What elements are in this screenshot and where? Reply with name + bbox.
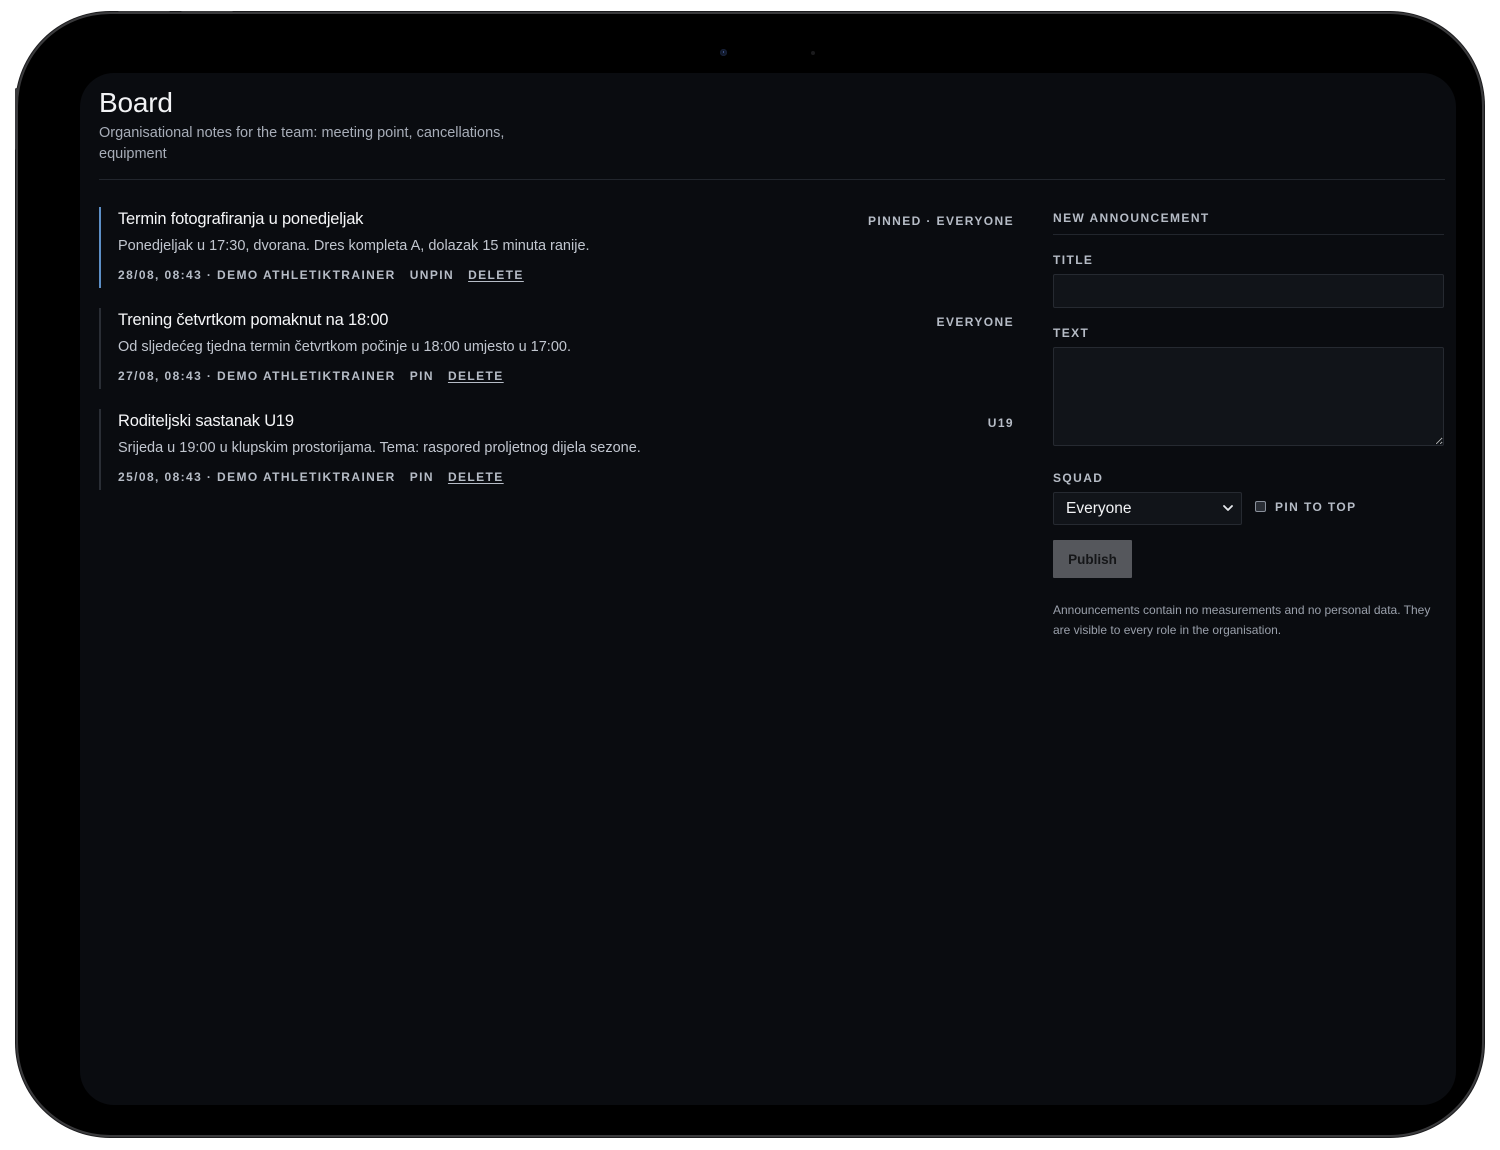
- announcement-title: Trening četvrtkom pomaknut na 18:00: [118, 311, 389, 329]
- announcement-item: Trening četvrtkom pomaknut na 18:00 EVER…: [99, 308, 1014, 389]
- page-subtitle: Organisational notes for the team: meeti…: [99, 125, 505, 162]
- announcement-title: Termin fotografiranja u ponedjeljak: [118, 210, 364, 228]
- announcement-item: Roditeljski sastanak U19 U19 Srijeda u 1…: [99, 409, 1014, 490]
- squad-selected-value: Everyone: [1066, 500, 1132, 517]
- announcement-meta: 28/08, 08:43 · DEMO ATHLETIKTRAINER UNPIN…: [118, 268, 524, 282]
- pin-to-top-label[interactable]: PIN TO TOP: [1275, 500, 1357, 514]
- squad-select[interactable]: Everyone: [1053, 492, 1242, 525]
- delete-button[interactable]: DELETE: [448, 470, 504, 484]
- front-camera: [720, 49, 727, 56]
- announcement-item: Termin fotografiranja u ponedjeljak PINN…: [99, 207, 1014, 288]
- page-title: Board: [99, 87, 173, 118]
- announcement-body: Srijeda u 19:00 u klupskim prostorijama.…: [118, 440, 641, 456]
- title-label: TITLE: [1053, 253, 1094, 267]
- announcement-meta: 25/08, 08:43 · DEMO ATHLETIKTRAINER PIN DE…: [118, 470, 504, 484]
- title-input[interactable]: [1053, 274, 1444, 308]
- chevron-down-icon: [1223, 505, 1233, 511]
- announcement-title: Roditeljski sastanak U19: [118, 412, 294, 430]
- ambient-sensor: [811, 51, 815, 55]
- announcement-timestamp-author: 25/08, 08:43 · DEMO ATHLETIKTRAINER: [118, 470, 396, 484]
- pin-button[interactable]: PIN: [410, 470, 434, 484]
- pin-button[interactable]: PIN: [410, 369, 434, 383]
- delete-button[interactable]: DELETE: [448, 369, 504, 383]
- text-label: TEXT: [1053, 326, 1090, 340]
- pin-to-top-checkbox[interactable]: [1255, 501, 1266, 512]
- text-textarea[interactable]: [1053, 347, 1444, 446]
- screen: Board Organisational notes for the team:…: [80, 73, 1456, 1105]
- announcement-meta: 27/08, 08:43 · DEMO ATHLETIKTRAINER PIN DE…: [118, 369, 504, 383]
- announcement-list: Termin fotografiranja u ponedjeljak PINN…: [99, 207, 1014, 510]
- squad-label: SQUAD: [1053, 471, 1104, 485]
- announcement-body: Ponedjeljak u 17:30, dvorana. Dres kompl…: [118, 238, 590, 254]
- tablet-frame: Board Organisational notes for the team:…: [18, 14, 1482, 1135]
- announcement-timestamp-author: 28/08, 08:43 · DEMO ATHLETIKTRAINER: [118, 268, 396, 282]
- announcement-audience-tag: EVERYONE: [936, 315, 1014, 329]
- unpin-button[interactable]: UNPIN: [410, 268, 454, 282]
- privacy-note: Announcements contain no measurements an…: [1053, 603, 1431, 637]
- announcement-timestamp-author: 27/08, 08:43 · DEMO ATHLETIKTRAINER: [118, 369, 396, 383]
- side-button: [15, 88, 18, 150]
- publish-button[interactable]: Publish: [1053, 540, 1132, 578]
- volume-button: [118, 11, 170, 14]
- header-divider: [99, 179, 1445, 180]
- announcement-body: Od sljedećeg tjedna termin četvrtkom poč…: [118, 339, 571, 355]
- volume-button: [181, 11, 233, 14]
- form-divider: [1053, 234, 1444, 235]
- delete-button[interactable]: DELETE: [468, 268, 524, 282]
- announcement-audience-tag: PINNED · EVERYONE: [867, 214, 1014, 228]
- form-heading: NEW ANNOUNCEMENT: [1053, 211, 1210, 225]
- announcement-audience-tag: U19: [987, 416, 1014, 430]
